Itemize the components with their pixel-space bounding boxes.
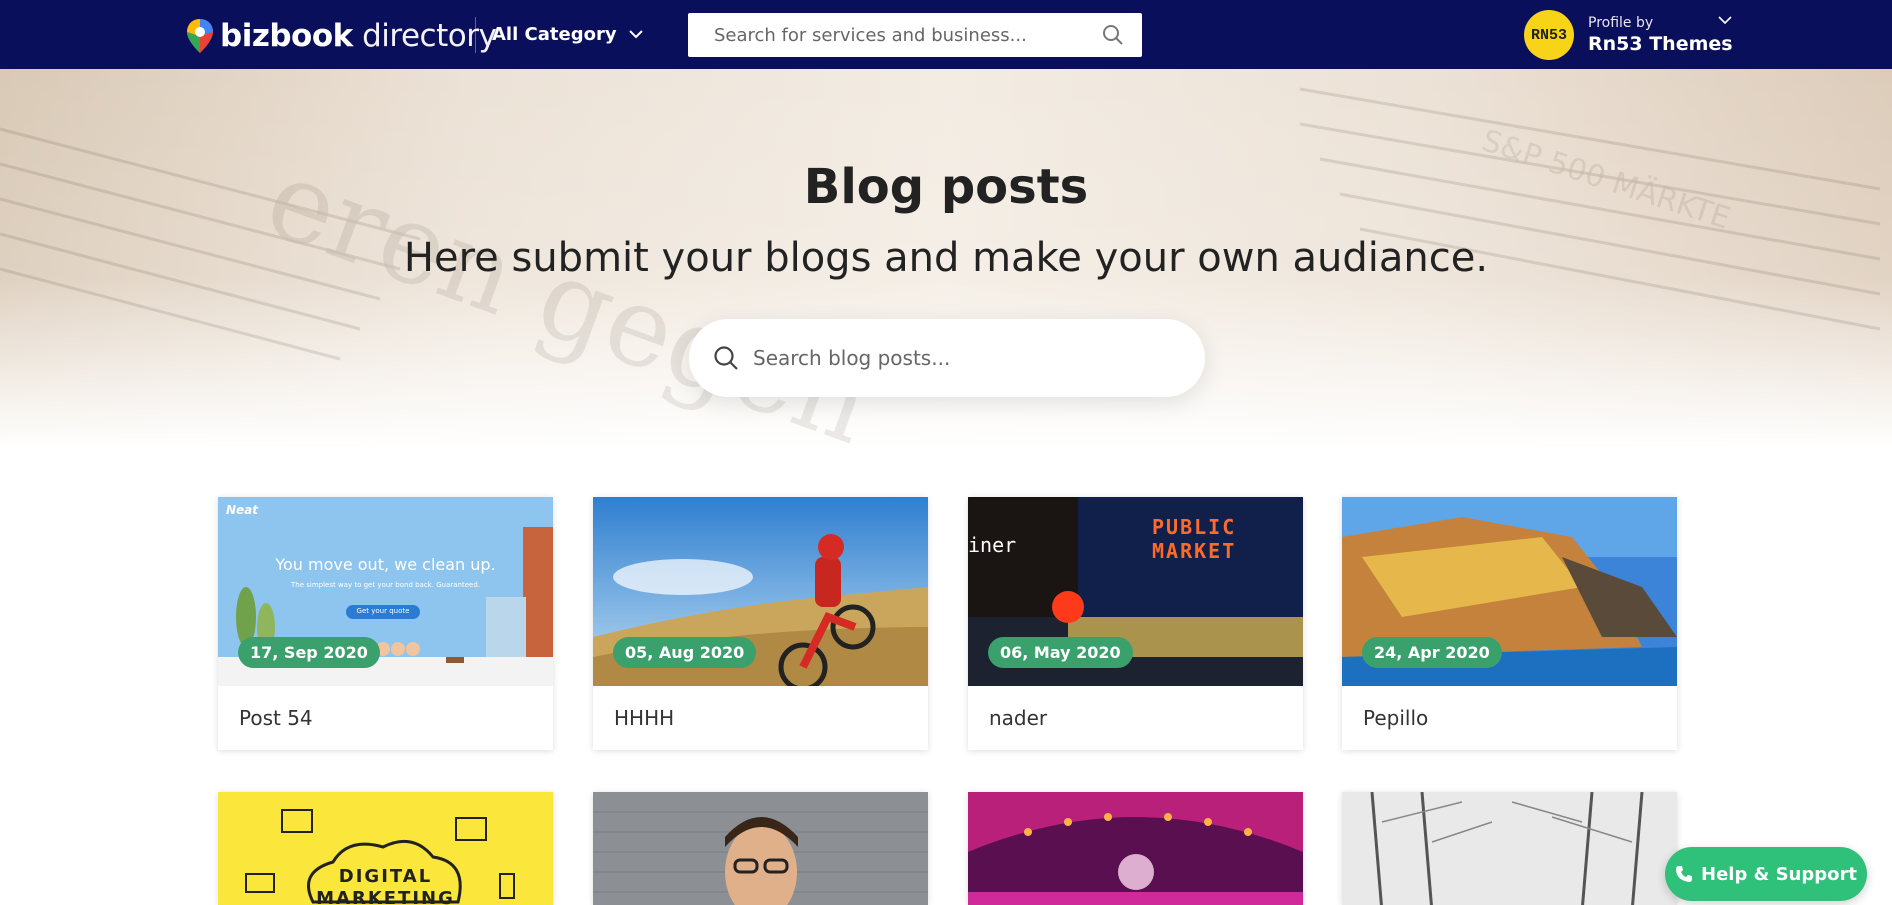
blog-card-title: Post 54 bbox=[239, 706, 313, 730]
blog-card[interactable]: Neat You move out, we clean up. The simp… bbox=[218, 497, 553, 750]
blog-card-image-cleaning: Neat You move out, we clean up. The simp… bbox=[218, 497, 553, 686]
banner-subtext: The simplest way to get your bond back. … bbox=[291, 581, 480, 589]
logo-text-bold: bizbook bbox=[220, 18, 353, 54]
page-subtitle: Here submit your blogs and make your own… bbox=[403, 235, 1489, 281]
blog-card-image-digital-marketing: DIGITAL MARKETING bbox=[218, 792, 553, 905]
service-search-input[interactable] bbox=[714, 24, 1102, 46]
avatar-text: RN53 bbox=[1530, 26, 1567, 44]
banner-cta: Get your quote bbox=[356, 607, 410, 615]
blog-card[interactable]: 24, Apr 2020 Pepillo bbox=[1342, 497, 1677, 750]
blog-card-title: HHHH bbox=[614, 706, 675, 730]
blog-card-image-market: PUBLIC MARKET iner 06, May 2020 bbox=[968, 497, 1303, 686]
blog-card[interactable] bbox=[593, 792, 928, 905]
date-badge: 05, Aug 2020 bbox=[613, 637, 757, 668]
blog-card[interactable] bbox=[1342, 792, 1677, 905]
help-support-button[interactable]: Help & Support bbox=[1665, 847, 1867, 901]
service-search-bar bbox=[688, 13, 1142, 57]
profile-menu[interactable]: RN53 Profile by Rn53 Themes bbox=[1524, 10, 1733, 60]
category-dropdown[interactable]: All Category bbox=[492, 20, 643, 48]
market-sign-line1: PUBLIC bbox=[1152, 515, 1237, 539]
profile-chevron-down-icon[interactable] bbox=[1718, 16, 1732, 25]
banner-topbar: Neat bbox=[218, 503, 553, 521]
site-logo[interactable]: bizbook directory bbox=[186, 18, 497, 54]
blog-card[interactable] bbox=[968, 792, 1303, 905]
chevron-down-icon bbox=[628, 29, 643, 38]
date-badge: 17, Sep 2020 bbox=[238, 637, 380, 668]
avatar: RN53 bbox=[1524, 10, 1574, 60]
blog-card-title: Pepillo bbox=[1363, 706, 1429, 730]
date-badge: 24, Apr 2020 bbox=[1362, 637, 1502, 668]
search-icon[interactable] bbox=[1102, 24, 1124, 46]
blog-card-image-snow-forest bbox=[1342, 792, 1677, 905]
blog-search-input[interactable] bbox=[753, 346, 1181, 370]
date-badge: 06, May 2020 bbox=[988, 637, 1133, 668]
market-side-sign: iner bbox=[968, 533, 1017, 557]
profile-name: Rn53 Themes bbox=[1588, 33, 1733, 55]
blog-card-image-motocross: 05, Aug 2020 bbox=[593, 497, 928, 686]
nav-divider bbox=[475, 17, 476, 53]
blog-search-bar bbox=[689, 319, 1205, 397]
help-support-label: Help & Support bbox=[1701, 863, 1857, 885]
banner-headline: You move out, we clean up. bbox=[275, 555, 496, 574]
blog-card-image-coast: 24, Apr 2020 bbox=[1342, 497, 1677, 686]
blog-card-image-concert-hall bbox=[968, 792, 1303, 905]
snowy-forest-photo bbox=[1342, 792, 1677, 905]
blog-card-image-portrait bbox=[593, 792, 928, 905]
page-title: Blog posts bbox=[803, 159, 1089, 215]
search-icon[interactable] bbox=[713, 345, 739, 371]
profile-caption: Profile by bbox=[1588, 15, 1654, 31]
blog-card-title: nader bbox=[989, 706, 1048, 730]
portrait-photo bbox=[593, 792, 928, 905]
phone-icon bbox=[1676, 866, 1693, 882]
banner-brand: Neat bbox=[226, 503, 259, 517]
digital-marketing-line1: DIGITAL bbox=[338, 866, 433, 887]
category-label: All Category bbox=[492, 23, 617, 45]
digital-marketing-line2: MARKETING bbox=[316, 888, 455, 905]
concert-hall-photo bbox=[968, 792, 1303, 905]
blog-card[interactable]: 05, Aug 2020 HHHH bbox=[593, 497, 928, 750]
top-navbar: bizbook directory All Category RN53 Prof… bbox=[0, 0, 1892, 69]
blog-card[interactable]: DIGITAL MARKETING bbox=[218, 792, 553, 905]
profile-text: Profile by Rn53 Themes bbox=[1588, 15, 1733, 55]
hero-banner: eren gegen S&P 500 MÄRKTE Blog posts Her… bbox=[0, 69, 1892, 449]
market-sign-line2: MARKET bbox=[1152, 539, 1237, 563]
map-pin-logo-icon bbox=[187, 19, 213, 53]
blog-card[interactable]: PUBLIC MARKET iner 06, May 2020 nader bbox=[968, 497, 1303, 750]
